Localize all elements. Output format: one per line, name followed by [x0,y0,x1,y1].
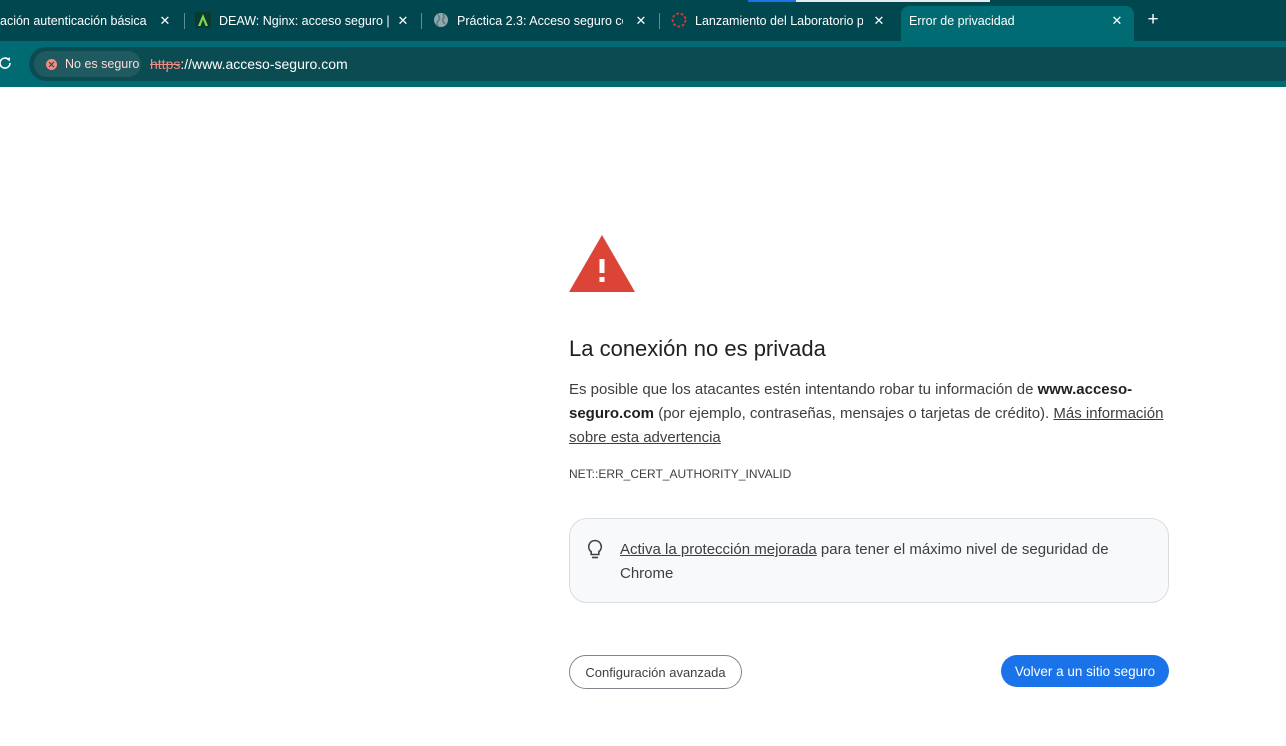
tab-separator [659,13,660,29]
progress-track [796,0,990,2]
tab-title: ación autenticación básica N [0,14,150,28]
promo-text: Activa la protección mejorada para tener… [620,538,1140,586]
toolbar: No es seguro https://www.acceso-seguro.c… [0,41,1286,87]
close-icon[interactable]: ✕ [632,12,650,30]
close-icon[interactable]: ✕ [394,12,412,30]
url-host: ://www.acceso-seguro.com [180,56,348,72]
tab-lab-launch[interactable]: Lanzamiento del Laboratorio pa ✕ [663,6,895,36]
reload-icon[interactable] [0,55,13,71]
close-icon[interactable]: ✕ [1108,12,1126,30]
lightbulb-icon [587,539,603,559]
page-title: La conexión no es privada [569,336,826,361]
warning-triangle-icon [569,235,635,292]
error-code: NET::ERR_CERT_AUTHORITY_INVALID [569,467,792,481]
tab-title: Práctica 2.3: Acceso seguro con [457,14,623,28]
error-description: Es posible que los atacantes estén inten… [569,378,1169,450]
aules-logo-icon [195,12,211,28]
url-scheme: https [150,56,181,72]
url-text[interactable]: https://www.acceso-seguro.com [150,56,348,72]
description-text: Es posible que los atacantes estén inten… [569,381,1038,398]
back-to-safety-button[interactable]: Volver a un sitio seguro [1001,655,1169,687]
tab-separator [184,13,185,29]
tab-title: Lanzamiento del Laboratorio pa [695,14,863,28]
close-icon[interactable]: ✕ [870,12,888,30]
tab-title: Error de privacidad [909,14,1015,28]
tab-separator [421,13,422,29]
description-text-2: (por ejemplo, contraseñas, mensajes o ta… [654,405,1054,422]
loading-spinner-icon [671,12,687,28]
tab-deaw-nginx[interactable]: DEAW: Nginx: acceso seguro | G ✕ [188,6,418,36]
address-bar[interactable]: No es seguro https://www.acceso-seguro.c… [29,47,1286,81]
advanced-settings-button[interactable]: Configuración avanzada [569,655,742,689]
tab-basic-auth[interactable]: ación autenticación básica N ✕ [0,6,180,36]
tab-strip: ación autenticación básica N ✕ DEAW: Ngi… [0,0,1286,41]
security-chip[interactable]: No es seguro [34,51,141,77]
security-chip-label: No es seguro [65,57,140,71]
globe-icon [434,13,448,27]
tab-privacy-error[interactable]: Error de privacidad ✕ [901,6,1134,41]
enhanced-protection-promo: Activa la protección mejorada para tener… [569,518,1169,603]
not-secure-icon [46,59,57,70]
tab-title: DEAW: Nginx: acceso seguro | G [219,14,389,28]
new-tab-button[interactable]: + [1144,10,1162,29]
close-icon[interactable]: ✕ [156,12,174,30]
progress-indicator [748,0,796,2]
enhanced-protection-link[interactable]: Activa la protección mejorada [620,541,817,558]
tab-practica[interactable]: Práctica 2.3: Acceso seguro con ✕ [425,6,655,36]
